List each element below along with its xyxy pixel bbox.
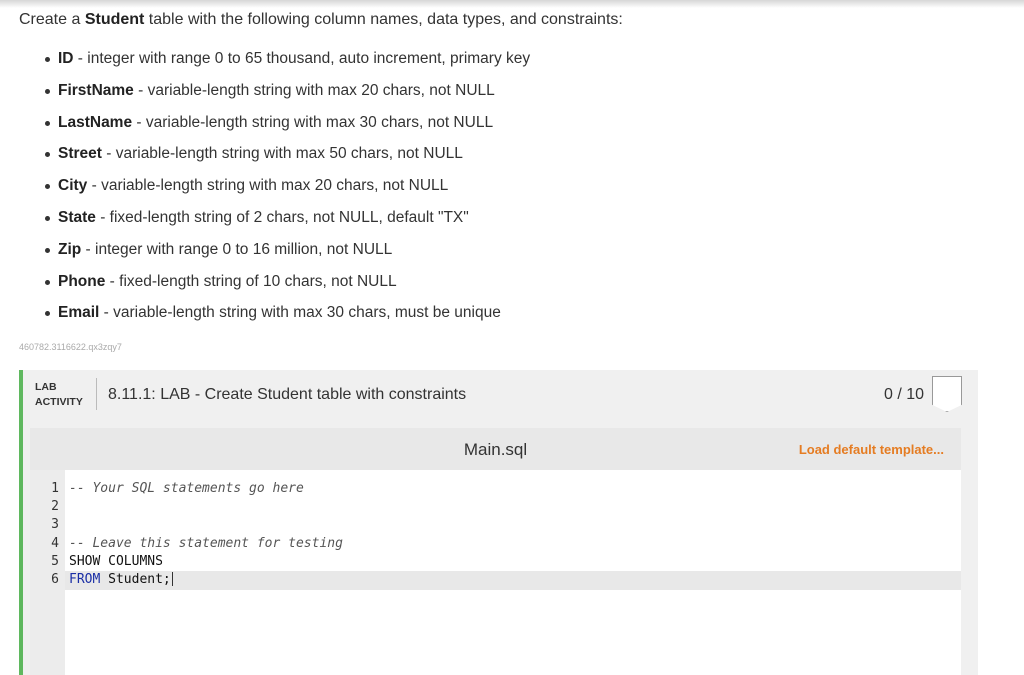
lab-title: 8.11.1: LAB - Create Student table with …: [108, 386, 467, 403]
table-name: Student: [84, 11, 145, 28]
code-text-area[interactable]: -- Your SQL statements go here -- Leave …: [69, 480, 961, 589]
divider: [96, 378, 97, 410]
list-item: FirstName - variable-length string with …: [40, 76, 530, 108]
line-number: 4: [51, 535, 59, 551]
top-shadow: [0, 0, 1024, 8]
code-editor: Main.sql Load default template... 1 2 3 …: [30, 428, 961, 675]
list-item: Email - variable-length string with max …: [40, 298, 530, 330]
list-item: Zip - integer with range 0 to 16 million…: [40, 235, 530, 267]
line-number: 1: [51, 481, 59, 496]
list-item: City - variable-length string with max 2…: [40, 171, 530, 203]
code-line[interactable]: -- Your SQL statements go here: [69, 480, 961, 498]
line-numbers: 1 2 3 4 5 6: [30, 480, 59, 589]
load-default-template-link[interactable]: Load default template...: [799, 442, 944, 457]
line-number: 6: [51, 571, 59, 587]
code-line[interactable]: [69, 516, 961, 534]
lab-activity-label: LAB ACTIVITY: [35, 381, 83, 408]
line-number: 5: [51, 553, 59, 569]
list-item: Phone - fixed-length string of 10 chars,…: [40, 267, 530, 299]
editor-toolbar: Main.sql Load default template...: [30, 428, 961, 470]
code-line[interactable]: -- Leave this statement for testing: [69, 535, 961, 553]
instructions-intro: Create a Student table with the followin…: [19, 11, 623, 28]
list-item: LastName - variable-length string with m…: [40, 108, 530, 140]
lab-score: 0 / 10: [884, 386, 925, 403]
code-line[interactable]: FROM Student;: [69, 571, 961, 589]
code-line[interactable]: SHOW COLUMNS: [69, 553, 961, 571]
code-line[interactable]: [69, 498, 961, 516]
activity-code-id: 460782.3116622.qx3zqy7: [19, 342, 122, 352]
line-number: 2: [51, 499, 59, 515]
list-item: ID - integer with range 0 to 65 thousand…: [40, 44, 530, 76]
lab-activity-panel: LAB ACTIVITY 8.11.1: LAB - Create Studen…: [19, 370, 978, 675]
text-cursor: [171, 572, 173, 587]
lab-header: LAB ACTIVITY 8.11.1: LAB - Create Studen…: [23, 370, 978, 420]
column-spec-list: ID - integer with range 0 to 65 thousand…: [40, 44, 530, 330]
list-item: Street - variable-length string with max…: [40, 139, 530, 171]
line-number: 3: [51, 517, 59, 533]
completion-badge-icon: [932, 376, 962, 412]
list-item: State - fixed-length string of 2 chars, …: [40, 203, 530, 235]
